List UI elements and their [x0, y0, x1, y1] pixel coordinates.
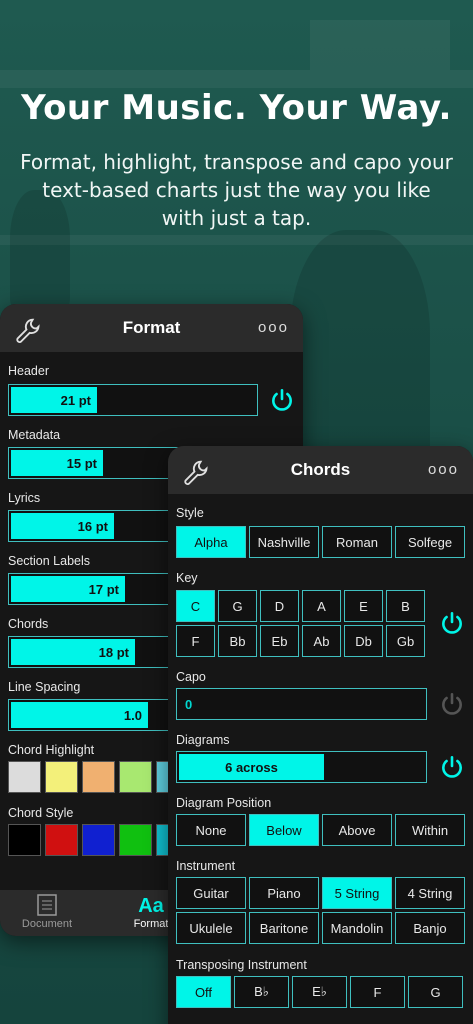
diagram-position-label: Diagram Position	[176, 796, 272, 810]
key-option-flat-3[interactable]: Ab	[302, 625, 341, 657]
key-option-flat-0[interactable]: F	[176, 625, 215, 657]
diagrams-value: 6 across	[179, 754, 324, 780]
position-option-1[interactable]: Below	[249, 814, 319, 846]
key-option-flat-1[interactable]: Bb	[218, 625, 257, 657]
transpose-option-0[interactable]: Off	[176, 976, 231, 1008]
key-option-flat-4[interactable]: Db	[344, 625, 383, 657]
transposing-instrument-label: Transposing Instrument	[176, 958, 307, 972]
position-option-2[interactable]: Above	[322, 814, 392, 846]
transpose-option-2[interactable]: E♭	[292, 976, 347, 1008]
transpose-option-3[interactable]: F	[350, 976, 405, 1008]
key-option-4[interactable]: E	[344, 590, 383, 622]
instrument-option-2-1[interactable]: Baritone	[249, 912, 319, 944]
capo-label: Capo	[176, 670, 206, 684]
chord-style-label: Chord Style	[8, 806, 74, 820]
instrument-option-2-3[interactable]: Banjo	[395, 912, 465, 944]
more-options-icon[interactable]: ooo	[258, 319, 289, 336]
metadata-size-value: 15 pt	[11, 450, 103, 476]
tab-document-label: Document	[21, 918, 73, 930]
transpose-option-4[interactable]: G	[408, 976, 463, 1008]
hero-subtitle: Format, highlight, transpose and capo yo…	[20, 150, 453, 230]
key-option-2[interactable]: D	[260, 590, 299, 622]
instrument-option-3[interactable]: 4 String	[395, 877, 465, 909]
highlight-swatch-3[interactable]	[119, 761, 152, 793]
format-panel-header: Format ooo	[0, 304, 303, 352]
key-option-0[interactable]: C	[176, 590, 215, 622]
hero-title: Your Music. Your Way.	[21, 88, 452, 128]
highlight-swatch-2[interactable]	[82, 761, 115, 793]
chord-style-swatch-0[interactable]	[8, 824, 41, 856]
more-options-icon[interactable]: ooo	[428, 461, 459, 478]
chords-label: Chords	[8, 617, 49, 631]
instrument-label: Instrument	[176, 859, 236, 873]
instrument-option-2[interactable]: 5 String	[322, 877, 392, 909]
key-option-3[interactable]: A	[302, 590, 341, 622]
chord-style-swatch-2[interactable]	[82, 824, 115, 856]
chord-highlight-swatches	[8, 761, 189, 793]
style-option-0[interactable]: Alpha	[176, 526, 246, 558]
diagrams-label: Diagrams	[176, 733, 230, 747]
key-option-1[interactable]: G	[218, 590, 257, 622]
format-panel-title: Format	[122, 318, 181, 337]
section-labels-label: Section Labels	[8, 554, 91, 568]
wrench-icon[interactable]	[182, 457, 210, 485]
instrument-option-1[interactable]: Piano	[249, 877, 319, 909]
wrench-icon[interactable]	[14, 315, 42, 343]
highlight-swatch-0[interactable]	[8, 761, 41, 793]
power-icon[interactable]	[439, 691, 465, 717]
capo-field[interactable]: 0	[176, 688, 427, 720]
key-option-flat-5[interactable]: Gb	[386, 625, 425, 657]
header-size-value: 21 pt	[11, 387, 97, 413]
chord-style-swatch-1[interactable]	[45, 824, 78, 856]
header-label: Header	[8, 364, 49, 378]
power-icon[interactable]	[439, 754, 465, 780]
highlight-swatch-1[interactable]	[45, 761, 78, 793]
lyrics-label: Lyrics	[8, 491, 41, 505]
power-icon[interactable]	[439, 610, 465, 636]
document-icon	[18, 894, 76, 918]
instrument-option-2-2[interactable]: Mandolin	[322, 912, 392, 944]
style-option-2[interactable]: Roman	[322, 526, 392, 558]
power-icon[interactable]	[269, 387, 295, 413]
key-label: Key	[176, 571, 198, 585]
line-spacing-label: Line Spacing	[8, 680, 81, 694]
lyrics-size-value: 16 pt	[11, 513, 114, 539]
chords-panel-title: Chords	[290, 460, 351, 479]
transpose-option-1[interactable]: B♭	[234, 976, 289, 1008]
position-option-0[interactable]: None	[176, 814, 246, 846]
chords-panel: Chords ooo Style Alpha Nashville Roman Solf…	[168, 446, 473, 1024]
instrument-option-2-0[interactable]: Ukulele	[176, 912, 246, 944]
chord-highlight-label: Chord Highlight	[8, 743, 95, 757]
position-option-3[interactable]: Within	[395, 814, 465, 846]
key-option-5[interactable]: B	[386, 590, 425, 622]
chord-style-swatches	[8, 824, 189, 856]
chords-size-value: 18 pt	[11, 639, 135, 665]
style-option-1[interactable]: Nashville	[249, 526, 319, 558]
line-spacing-value: 1.0	[11, 702, 148, 728]
instrument-option-0[interactable]: Guitar	[176, 877, 246, 909]
section-labels-size-value: 17 pt	[11, 576, 125, 602]
chords-panel-header: Chords ooo	[168, 446, 473, 494]
style-option-3[interactable]: Solfege	[395, 526, 465, 558]
metadata-label: Metadata	[8, 428, 61, 442]
diagrams-slider[interactable]: 6 across	[176, 751, 427, 783]
chord-style-swatch-3[interactable]	[119, 824, 152, 856]
key-option-flat-2[interactable]: Eb	[260, 625, 299, 657]
tab-document[interactable]: Document	[18, 894, 76, 930]
header-size-slider[interactable]: 21 pt	[8, 384, 258, 416]
style-label: Style	[176, 506, 204, 520]
